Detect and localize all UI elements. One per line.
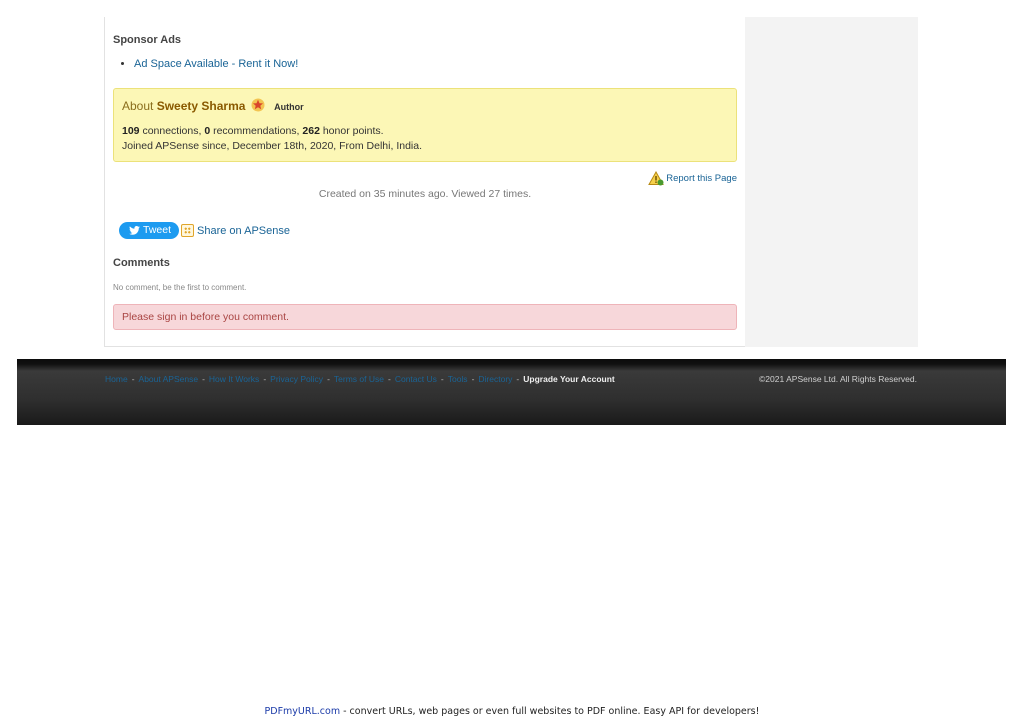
sponsor-ads-heading: Sponsor Ads: [113, 34, 182, 46]
footer-separator: -: [471, 374, 475, 384]
report-page-label: Report this Page: [666, 173, 737, 184]
tweet-label: Tweet: [143, 224, 172, 236]
site-footer: Home - About APSense - How It Works - Privacy …: [17, 359, 1006, 425]
signin-alert: Please sign in before you comment.: [113, 304, 737, 330]
right-sidebar: [745, 17, 918, 347]
copyright-text: ©2021 APSense Ltd. All Rights Reserved.: [759, 374, 917, 384]
about-author-box: About Sweety Sharma Author 109 connectio…: [113, 88, 737, 162]
sponsor-ads-list: Ad Space Available - Rent it Now!: [122, 58, 298, 70]
warning-report-icon: [648, 171, 665, 186]
tweet-button[interactable]: Tweet: [119, 222, 180, 239]
footer-link-upgrade[interactable]: Upgrade Your Account: [523, 374, 614, 384]
share-row: Tweet Share on APSense: [119, 222, 290, 239]
honor-points-label: honor points.: [319, 125, 384, 137]
footer-link-directory[interactable]: Directory: [478, 374, 512, 384]
author-name-link[interactable]: Sweety Sharma: [157, 99, 246, 113]
footer-link-privacy[interactable]: Privacy Policy: [270, 374, 323, 384]
pdfmyurl-link[interactable]: PDFmyURL.com: [265, 706, 341, 717]
author-role-badge: Author: [274, 102, 304, 112]
list-item: Ad Space Available - Rent it Now!: [134, 58, 298, 70]
pdfmyurl-banner: PDFmyURL.com - convert URLs, web pages o…: [0, 706, 1024, 717]
footer-link-how-it-works[interactable]: How It Works: [209, 374, 259, 384]
footer-link-tools[interactable]: Tools: [448, 374, 468, 384]
connections-label: connections,: [139, 125, 205, 137]
created-viewed-info: Created on 35 minutes ago. Viewed 27 tim…: [318, 188, 532, 200]
footer-link-contact[interactable]: Contact Us: [395, 374, 437, 384]
twitter-bird-icon: [129, 226, 140, 235]
footer-link-about[interactable]: About APSense: [139, 374, 199, 384]
honor-points-count: 262: [302, 125, 320, 137]
report-page-link[interactable]: Report this Page: [648, 171, 737, 186]
star-badge-icon: [251, 98, 265, 112]
author-stats: 109 connections, 0 recommendations, 262 …: [122, 124, 422, 154]
footer-separator: -: [131, 374, 135, 384]
footer-separator: -: [327, 374, 330, 384]
footer-separator: -: [263, 374, 267, 384]
about-prefix: About: [122, 99, 154, 113]
signin-message: Please sign in before you comment.: [122, 311, 289, 323]
no-comment-text: No comment, be the first to comment.: [113, 283, 247, 292]
comments-heading: Comments: [113, 257, 170, 269]
footer-links: Home - About APSense - How It Works - Privacy …: [105, 374, 615, 384]
footer-link-home[interactable]: Home: [105, 374, 128, 384]
footer-separator: -: [202, 374, 205, 384]
connections-count: 109: [122, 125, 140, 137]
ad-space-link[interactable]: Ad Space Available - Rent it Now!: [134, 58, 298, 70]
share-on-apsense-link[interactable]: Share on APSense: [197, 225, 290, 237]
pdfmyurl-description: - convert URLs, web pages or even full w…: [340, 706, 760, 717]
main-column: Sponsor Ads Ad Space Available - Rent it…: [104, 17, 746, 347]
footer-separator: -: [516, 374, 520, 384]
footer-separator: -: [387, 374, 391, 384]
footer-link-terms[interactable]: Terms of Use: [334, 374, 384, 384]
joined-info: Joined APSense since, December 18th, 202…: [122, 140, 422, 152]
about-heading: About Sweety Sharma Author: [122, 98, 304, 113]
footer-separator: -: [440, 374, 444, 384]
page-content: Sponsor Ads Ad Space Available - Rent it…: [104, 17, 918, 347]
apsense-share-icon[interactable]: [181, 224, 195, 237]
recommendations-label: recommendations,: [210, 125, 303, 137]
